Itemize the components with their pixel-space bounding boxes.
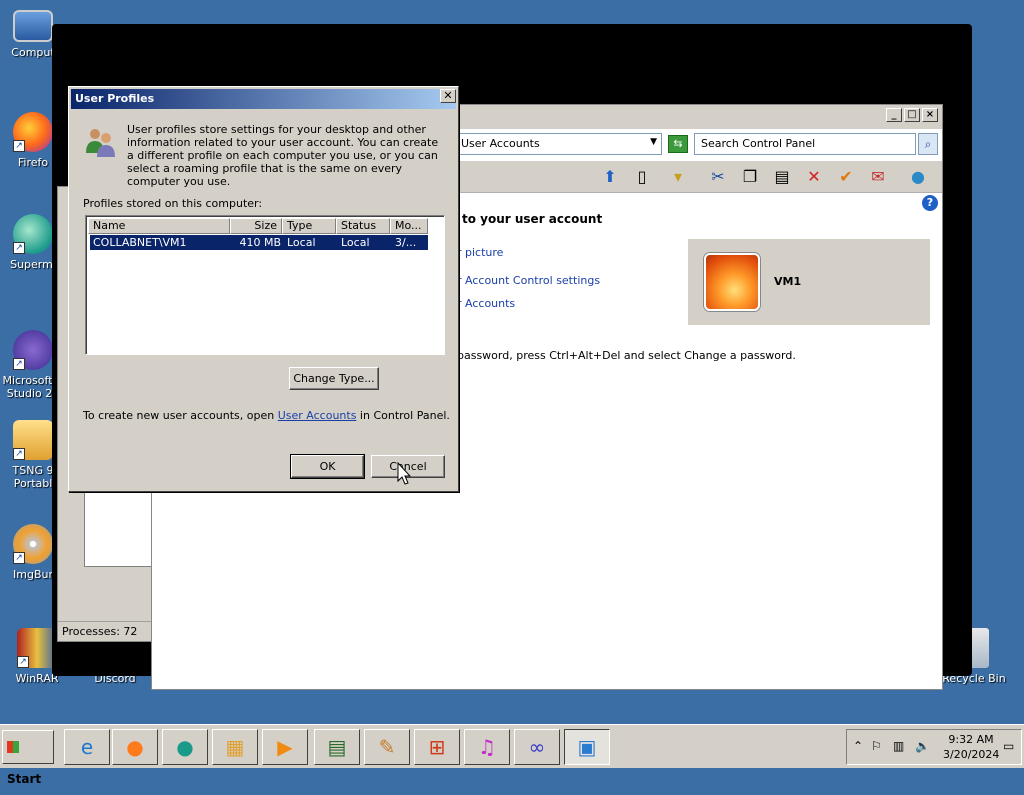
taskbar-explorer-icon[interactable]: ▦ xyxy=(212,729,258,765)
network-icon[interactable]: ▥ xyxy=(893,739,904,753)
profiles-list[interactable]: Name Size Type Status Mo... COLLABNET\VM… xyxy=(85,215,445,355)
taskbar-itunes-icon[interactable]: ♫ xyxy=(464,729,510,765)
firefox-icon: ↗ xyxy=(13,112,53,152)
column-header-status[interactable]: Status xyxy=(336,218,390,234)
start-label: Start xyxy=(7,772,42,786)
taskbar-infinity-icon[interactable]: ∞ xyxy=(514,729,560,765)
page-heading: to your user account xyxy=(462,212,603,226)
cell-name: COLLABNET\VM1 xyxy=(93,236,187,249)
taskbar-firefox-icon[interactable]: ● xyxy=(112,729,158,765)
link-uac-settings[interactable]: r Account Control settings xyxy=(457,274,600,287)
create-prefix: To create new user accounts, open xyxy=(83,409,278,422)
search-icon[interactable]: ⌕ xyxy=(918,133,938,155)
link-change-picture[interactable]: r picture xyxy=(457,246,503,259)
dialog-title: User Profiles xyxy=(71,89,456,109)
list-header: Name Size Type Status Mo... xyxy=(88,218,428,234)
taskbar-control-panel-icon[interactable]: ▣ xyxy=(564,729,610,765)
cut-icon[interactable]: ✂ xyxy=(706,166,730,188)
user-profiles-dialog: User Profiles ✕ User profiles store sett… xyxy=(68,86,459,492)
computer-icon xyxy=(13,10,53,42)
winrar-icon: ↗ xyxy=(17,628,57,668)
taskbar-internet-explorer-icon[interactable]: e xyxy=(64,729,110,765)
paste-icon[interactable]: ▤ xyxy=(770,166,794,188)
taskbar-supermium-icon[interactable]: ● xyxy=(162,729,208,765)
password-hint: password, press Ctrl+Alt+Del and select … xyxy=(457,349,796,362)
shortcut-arrow-icon: ↗ xyxy=(13,358,25,370)
show-desktop-icon[interactable]: ▭ xyxy=(1003,739,1014,753)
close-icon[interactable]: ✕ xyxy=(440,89,456,103)
taskbar-media-player-icon[interactable]: ▶ xyxy=(262,729,308,765)
mouse-cursor-icon xyxy=(397,462,411,485)
cell-modified: 3/... xyxy=(395,236,417,249)
user-accounts-link[interactable]: User Accounts xyxy=(278,409,357,422)
shortcut-arrow-icon: ↗ xyxy=(13,552,25,564)
cell-type: Local xyxy=(287,236,316,249)
taskbar-paint-icon[interactable]: ✎ xyxy=(364,729,410,765)
supermium-icon: ↗ xyxy=(13,214,53,254)
taskbar-task-manager-icon[interactable]: ▤ xyxy=(314,729,360,765)
table-row[interactable]: COLLABNET\VM1 410 MB Local Local 3/... xyxy=(90,235,428,250)
minimize-icon[interactable]: _ xyxy=(886,108,902,122)
ok-button[interactable]: OK xyxy=(290,454,365,479)
go-icon[interactable]: ⇆ xyxy=(668,135,688,153)
shortcut-arrow-icon: ↗ xyxy=(17,656,29,668)
delete-icon[interactable]: ✕ xyxy=(802,166,826,188)
visual-studio-icon: ↗ xyxy=(13,330,53,370)
user-name: VM1 xyxy=(774,275,802,288)
up-icon[interactable]: ⬆ xyxy=(598,166,622,188)
users-icon xyxy=(86,129,115,157)
windows-logo-icon xyxy=(7,741,19,753)
views-icon[interactable]: ▾ xyxy=(666,166,690,188)
copy-icon[interactable]: ❐ xyxy=(738,166,762,188)
address-text: User Accounts xyxy=(461,137,540,150)
help-icon[interactable]: ? xyxy=(922,195,938,211)
mail-icon[interactable]: ✉ xyxy=(866,166,890,188)
clock-date: 3/20/2024 xyxy=(943,748,1000,761)
taskbar-windows-icon[interactable]: ⊞ xyxy=(414,729,460,765)
dialog-description: User profiles store settings for your de… xyxy=(127,123,439,188)
create-accounts-text: To create new user accounts, open User A… xyxy=(83,409,450,422)
column-header-type[interactable]: Type xyxy=(282,218,336,234)
shortcut-arrow-icon: ↗ xyxy=(13,448,25,460)
chevron-up-icon[interactable]: ⌃ xyxy=(853,739,863,753)
clock-time: 9:32 AM xyxy=(948,733,994,746)
system-tray: ⌃ ⚐ ▥ 🔈 9:32 AM 3/20/2024 ▭ xyxy=(846,729,1022,765)
folder-icon: ↗ xyxy=(13,420,53,460)
avatar xyxy=(704,253,760,311)
profiles-label: Profiles stored on this computer: xyxy=(83,197,263,210)
link-manage-accounts[interactable]: r Accounts xyxy=(457,297,515,310)
search-input[interactable]: Search Control Panel xyxy=(694,133,916,155)
user-tile: VM1 xyxy=(688,239,930,325)
network-icon[interactable]: ● xyxy=(906,166,930,188)
disc-icon: ↗ xyxy=(13,524,53,564)
volume-muted-icon[interactable]: 🔈 xyxy=(915,739,930,753)
flag-icon[interactable]: ⚐ xyxy=(871,739,882,753)
change-type-button[interactable]: Change Type... xyxy=(289,367,379,390)
address-field[interactable]: User Accounts ▼ xyxy=(452,133,662,155)
folders-icon[interactable]: ▯ xyxy=(630,166,654,188)
window-controls: _ □ × xyxy=(886,108,938,122)
maximize-icon[interactable]: □ xyxy=(904,108,920,122)
column-header-size[interactable]: Size xyxy=(230,218,282,234)
processes-status: Processes: 72 xyxy=(58,621,154,641)
column-header-name[interactable]: Name xyxy=(88,218,230,234)
close-icon[interactable]: × xyxy=(922,108,938,122)
column-header-modified[interactable]: Mo... xyxy=(390,218,428,234)
properties-icon[interactable]: ✔ xyxy=(834,166,858,188)
shortcut-arrow-icon: ↗ xyxy=(13,242,25,254)
cell-size: 410 MB xyxy=(239,236,281,249)
shortcut-arrow-icon: ↗ xyxy=(13,140,25,152)
cell-status: Local xyxy=(341,236,370,249)
create-suffix: in Control Panel. xyxy=(356,409,450,422)
chevron-down-icon[interactable]: ▼ xyxy=(650,137,657,147)
clock[interactable]: 9:32 AM 3/20/2024 xyxy=(943,732,999,762)
start-button[interactable]: Start xyxy=(2,730,54,786)
task-manager-graph-area xyxy=(84,487,152,567)
taskbar: Start e ● ● ▦ ▶ ▤ ✎ ⊞ ♫ ∞ ▣ ⌃ ⚐ ▥ 🔈 9:32… xyxy=(0,724,1024,786)
address-bar: User Accounts ▼ ⇆ Search Control Panel ⌕ xyxy=(452,133,942,157)
